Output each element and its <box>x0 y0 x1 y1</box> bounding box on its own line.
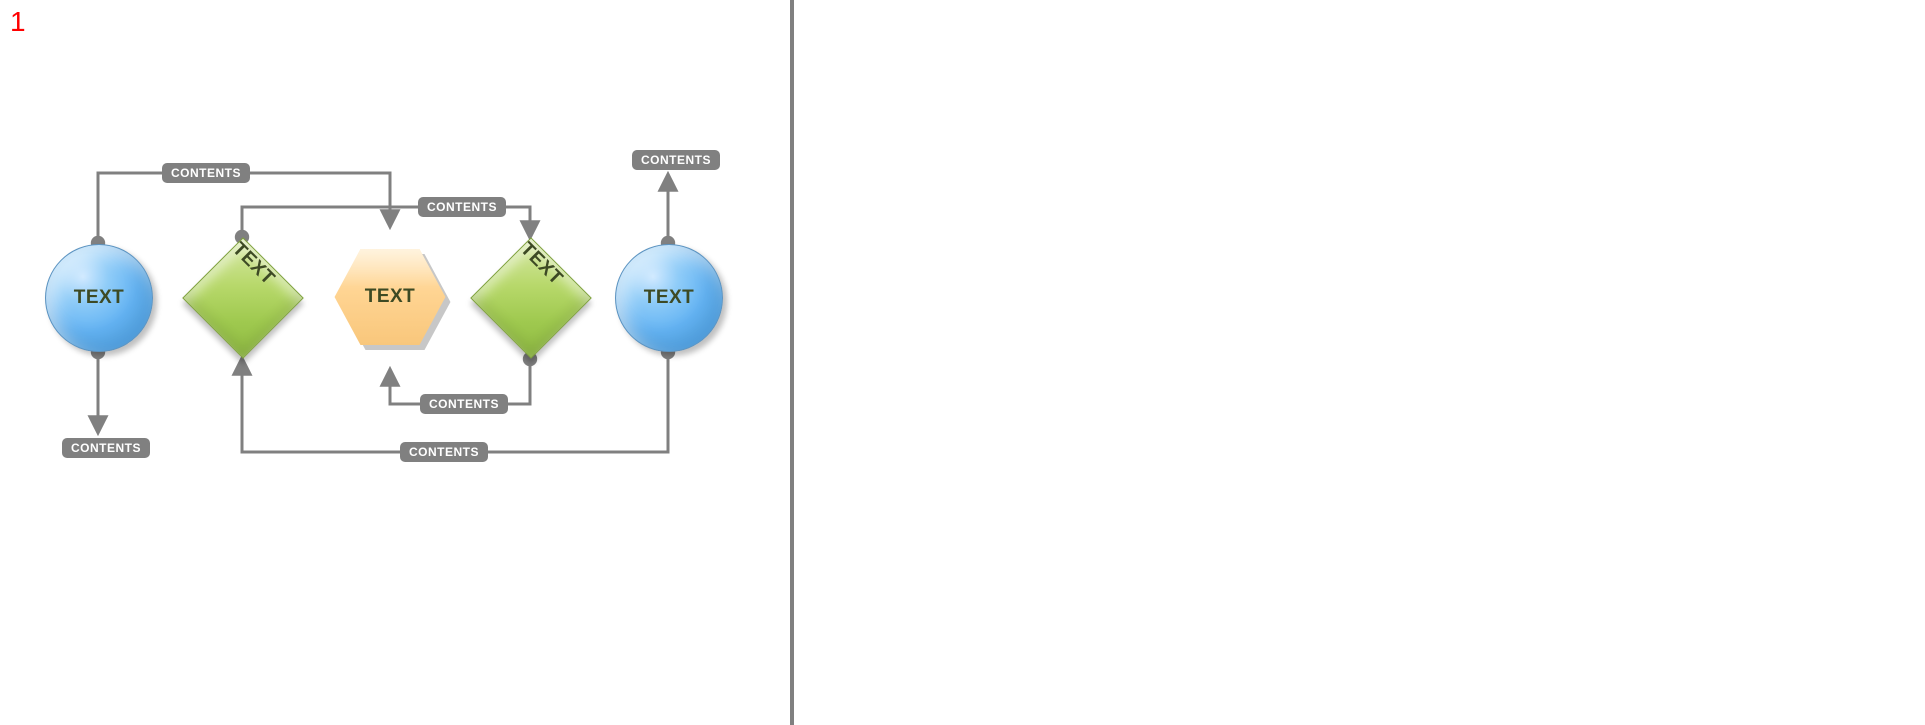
page: 1 TEXT TEXT TEXT TE <box>0 0 1925 725</box>
node-circle-1: TEXT <box>45 244 153 352</box>
edge-label-bottom-mid-upper: CONTENTS <box>420 394 508 414</box>
node-label: TEXT <box>228 239 279 290</box>
connectors <box>0 0 800 725</box>
page-number: 1 <box>10 6 26 38</box>
edge-label-bottom-mid-lower: CONTENTS <box>400 442 488 462</box>
vertical-divider <box>790 0 794 725</box>
edge-label-top-mid: CONTENTS <box>418 197 506 217</box>
node-label: TEXT <box>644 287 695 309</box>
watermark-fragment <box>760 187 772 223</box>
node-label: TEXT <box>365 286 416 308</box>
node-label: TEXT <box>74 287 125 309</box>
node-diamond-1: TEXT <box>200 255 286 341</box>
edge-label-bottom-left: CONTENTS <box>62 438 150 458</box>
node-label: TEXT <box>516 239 567 290</box>
node-hexagon: TEXT <box>331 246 449 348</box>
edge-label-top-left: CONTENTS <box>162 163 250 183</box>
edge-label-top-right: CONTENTS <box>632 150 720 170</box>
node-diamond-2: TEXT <box>488 255 574 341</box>
node-circle-2: TEXT <box>615 244 723 352</box>
